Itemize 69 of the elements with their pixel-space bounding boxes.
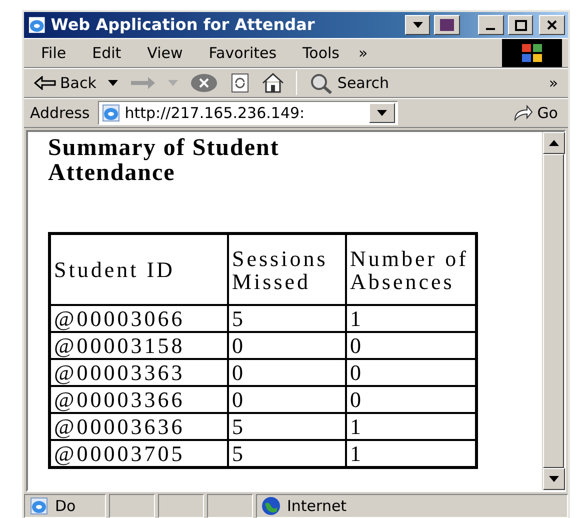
table-cell: 5 [228,413,346,440]
table-cell: 5 [228,305,346,332]
more-button[interactable]: » [354,42,372,64]
menu-item[interactable]: Tools [292,42,350,64]
refresh-icon [230,73,250,93]
close-button[interactable] [539,15,566,35]
square-icon [440,19,454,31]
search-button[interactable]: Search [305,72,393,94]
column-header: Number of Absences [346,234,476,306]
menu-item[interactable]: Edit [81,42,132,64]
table-cell: 0 [228,359,346,386]
media-button[interactable] [434,15,460,35]
page-heading: Summary of Student Attendance [48,136,280,186]
maximize-button[interactable] [508,15,534,35]
windows-logo-icon [502,39,562,67]
window-title: Web Application for Attendar [50,14,316,36]
table-cell: @00003366 [50,386,228,414]
table-cell: @00003158 [50,332,228,360]
more-button[interactable]: » [544,72,562,94]
table-cell: 1 [346,413,476,440]
scroll-thumb[interactable] [543,154,564,468]
minimize-button[interactable] [478,15,504,35]
stop-icon [190,73,218,93]
globe-icon [261,496,281,516]
menu-item[interactable]: View [136,42,194,64]
column-header: Sessions Missed [228,234,346,306]
address-field[interactable]: http://217.165.236.149: [98,101,398,125]
dropdown-button[interactable] [368,103,395,123]
table-cell: @00003066 [50,305,228,332]
scroll-down-button[interactable] [543,468,565,490]
menu-item[interactable]: File [30,42,78,64]
table-cell: 0 [228,332,346,360]
menu-item[interactable]: Favorites [198,42,288,64]
table-cell: 1 [346,440,476,468]
curved-arrow-icon [513,105,534,121]
close-icon [547,20,558,30]
browser-icon [100,103,121,123]
table-cell: 0 [346,386,476,414]
search-icon [309,72,334,94]
down-arrow-icon [549,476,559,482]
table-cell: @00003636 [50,413,228,440]
status-pane [207,494,253,518]
zone-text: Internet [256,494,568,518]
table-cell: @00003363 [50,359,228,386]
status-pane [158,494,204,518]
left-arrow-icon [34,76,56,90]
go-button[interactable]: Go [509,102,562,124]
browser-icon [29,496,49,516]
browser-icon [27,15,47,35]
table-cell: 0 [346,359,476,386]
table-cell: 0 [346,332,476,360]
scroll-up-button[interactable] [543,132,565,154]
table-cell: 0 [228,386,346,414]
dropdown-button[interactable] [404,15,430,35]
status-text: Do [24,494,106,518]
column-header: Student ID [50,234,228,306]
table-cell: @00003705 [50,440,228,468]
address-label: Address [30,102,90,124]
right-arrow-icon [130,76,156,90]
back-button[interactable]: Back [30,72,100,94]
caret-icon [376,110,387,116]
table-cell: 5 [228,440,346,468]
minimize-icon [486,28,496,30]
home-icon [262,73,284,93]
status-pane [109,494,155,518]
up-arrow-icon [549,140,559,146]
table-cell: 1 [346,305,476,332]
maximize-icon [514,20,526,30]
caret-icon [412,22,423,28]
